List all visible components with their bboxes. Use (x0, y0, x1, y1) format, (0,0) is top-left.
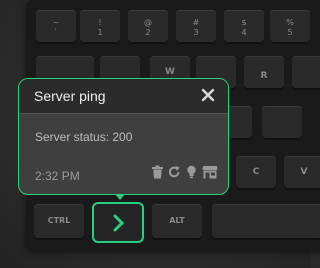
popup-title: Server ping (34, 88, 106, 104)
key-3: # 3 (176, 10, 216, 42)
popup-header: Server ping (19, 79, 228, 114)
key-v: V (284, 156, 320, 188)
popup-message: Server status: 200 (35, 130, 133, 144)
key-space (212, 204, 320, 238)
lightbulb-icon[interactable] (185, 165, 198, 179)
highlighted-key[interactable] (92, 202, 144, 243)
key-tilde: ~ ` (36, 10, 76, 42)
trash-icon[interactable] (151, 165, 164, 179)
close-icon[interactable] (200, 87, 216, 103)
popup-timestamp: 2:32 PM (35, 169, 80, 183)
key-5: % 5 (270, 10, 310, 42)
notification-popup: Server ping Server status: 200 2:32 PM (18, 78, 229, 195)
store-icon[interactable] (202, 165, 218, 179)
popup-pointer (115, 194, 125, 200)
key-c: C (236, 156, 276, 188)
key-r: R (244, 56, 284, 88)
key-f (262, 106, 302, 138)
popup-actions (151, 163, 218, 181)
key-2: @ 2 (128, 10, 168, 42)
refresh-icon[interactable] (168, 165, 181, 179)
key-alt: ALT (152, 204, 202, 238)
key-ctrl: CTRL (34, 204, 84, 238)
chevron-right-icon (113, 214, 125, 232)
key-4: $ 4 (224, 10, 264, 42)
key-t (292, 56, 320, 88)
key-1: ! 1 (80, 10, 120, 42)
